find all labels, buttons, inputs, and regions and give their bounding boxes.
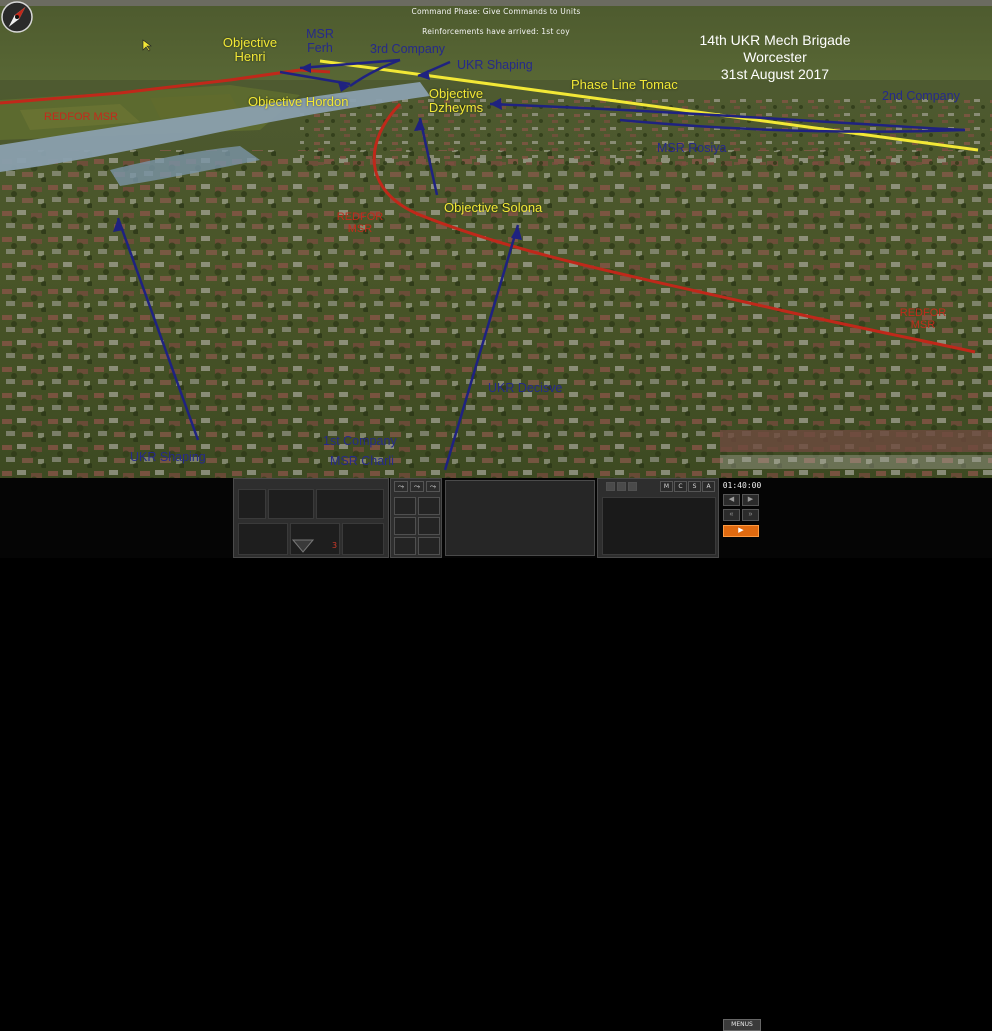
tab-a[interactable]: A (702, 481, 715, 492)
weapon-slot-3[interactable] (342, 523, 384, 555)
objective-henri-label: Objective Henri (212, 35, 288, 65)
triangle-icon (291, 539, 315, 553)
msr-charli-label: MSR Charli (330, 454, 394, 468)
command-slot-5[interactable] (394, 537, 416, 555)
msr-ferh-line2: Ferh (307, 40, 333, 55)
3d-battlefield-view[interactable]: Command Phase: Give Commands to Units Re… (0, 0, 992, 478)
location-name: Worcester (743, 48, 807, 65)
step-forward-button[interactable]: ▶ (742, 494, 759, 506)
command-assault-button[interactable]: ⤳ (426, 481, 440, 492)
command-slot-6[interactable] (418, 537, 440, 555)
command-move-button[interactable]: ⤳ (394, 481, 408, 492)
unit-list-panel[interactable] (445, 480, 595, 556)
flag-button-1[interactable] (606, 482, 615, 491)
redfor-msr-right-line2: MSR (910, 318, 936, 331)
command-slot-2[interactable] (418, 497, 440, 515)
brigade-name: 14th UKR Mech Brigade (699, 32, 851, 48)
game-clock: 01:40:00 (722, 481, 762, 490)
unit-portrait-slot[interactable] (238, 489, 266, 519)
status-panel: M C S A (597, 478, 719, 558)
objective-henri-line1: Objective (222, 35, 278, 50)
step-back-button[interactable]: ◀ (723, 494, 740, 506)
third-company-label: 3rd Company (370, 42, 446, 56)
objective-henri-line2: Henri (234, 49, 266, 65)
command-hud: 3 ⤳ ⤳ ⤳ M C S A 01:40:00 ◀ ▶ « » ▶ MENUS (0, 478, 992, 1031)
tab-c[interactable]: C (674, 481, 687, 492)
tab-s[interactable]: S (688, 481, 701, 492)
second-company-label: 2nd Company (882, 89, 960, 103)
objective-dzheyms-line1: Objective (428, 86, 484, 101)
tab-m[interactable]: M (660, 481, 673, 492)
flag-button-3[interactable] (628, 482, 637, 491)
phase-line-tomac-label: Phase Line Tomac (571, 77, 678, 92)
weapon-slot-1[interactable] (238, 523, 288, 555)
msr-ferh-label: MSR Ferh (300, 27, 340, 55)
redfor-msr-center-label: REDFOR MSR (332, 211, 388, 236)
ukr-shaping-top-label: UKR Shaping (457, 58, 533, 72)
unit-info-panel: 3 (233, 478, 389, 558)
redfor-msr-left-label: REDFOR MSR (44, 111, 118, 123)
redfor-msr-center-line2: MSR (347, 222, 373, 235)
command-slot-3[interactable] (394, 517, 416, 535)
fast-forward-button[interactable]: » (742, 509, 759, 521)
first-company-label: 1st Company (323, 434, 397, 448)
command-slot-4[interactable] (418, 517, 440, 535)
objective-dzheyms-line2: Dzheyms (428, 100, 484, 116)
msr-ferh-line1: MSR (306, 27, 334, 41)
alert-count: 3 (332, 541, 338, 550)
scenario-info: 14th UKR Mech Brigade Worcester 31st Aug… (685, 32, 865, 82)
objective-hordon-label: Objective Hordon (248, 94, 349, 109)
command-slot-1[interactable] (394, 497, 416, 515)
unit-details-slot (316, 489, 384, 519)
msr-rosiya-label: MSR Rosiya (657, 141, 727, 155)
menus-button[interactable]: MENUS (723, 1019, 761, 1031)
command-fast-button[interactable]: ⤳ (410, 481, 424, 492)
scenario-date: 31st August 2017 (720, 65, 830, 82)
redfor-msr-right-label: REDFOR MSR (895, 307, 951, 332)
phase-message: Command Phase: Give Commands to Units (411, 7, 581, 16)
end-turn-button[interactable]: ▶ (723, 525, 759, 537)
ukr-decisive-label: UKR Decisve (488, 381, 563, 395)
objective-solona-label: Objective Solona (444, 200, 543, 215)
compass-rose-icon[interactable] (0, 0, 34, 34)
command-buttons-panel: ⤳ ⤳ ⤳ (390, 478, 442, 558)
rewind-button[interactable]: « (723, 509, 740, 521)
flag-button-2[interactable] (617, 482, 626, 491)
objective-dzheyms-label: Objective Dzheyms (420, 86, 492, 116)
ukr-shaping-bottom-label: UKR Shaping (130, 450, 206, 464)
unit-status-slot (268, 489, 314, 519)
alert-indicator (291, 539, 315, 553)
status-detail-area (602, 497, 716, 555)
